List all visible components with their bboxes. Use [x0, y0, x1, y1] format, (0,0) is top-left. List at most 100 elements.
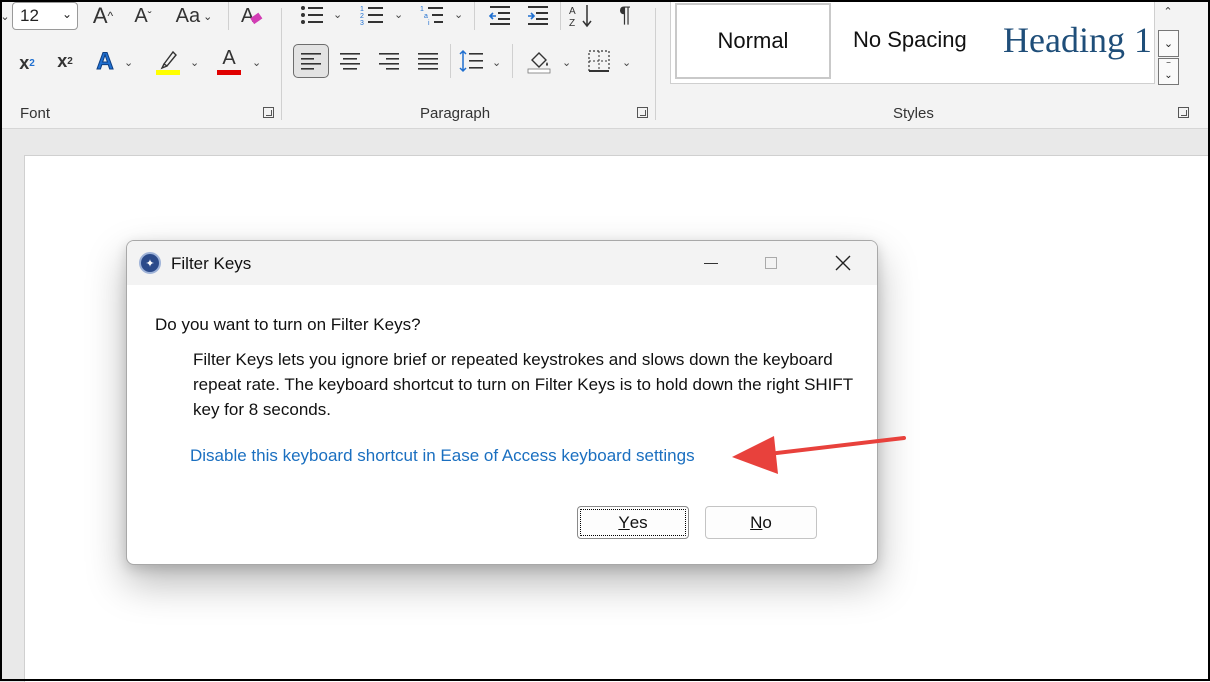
- numbered-list-icon: 1 2 3: [360, 6, 383, 26]
- justify-button[interactable]: [414, 46, 442, 76]
- numbering-button[interactable]: 1 2 3: [358, 2, 386, 28]
- style-normal[interactable]: Normal: [675, 3, 831, 79]
- line-spacing-icon: [459, 49, 483, 73]
- minimize-button[interactable]: [679, 241, 743, 285]
- justify-icon: [418, 53, 438, 70]
- disable-shortcut-link[interactable]: Disable this keyboard shortcut in Ease o…: [190, 446, 695, 466]
- borders-icon: [588, 50, 610, 72]
- yes-button[interactable]: Yes: [577, 506, 689, 539]
- maximize-icon: [765, 257, 777, 269]
- chevron-down-icon: ⌄: [1163, 38, 1174, 50]
- multilevel-list-icon: 1 a i: [420, 6, 443, 26]
- subscript-mark: 2: [29, 57, 35, 69]
- paragraph-dialog-launcher-icon[interactable]: [637, 107, 648, 118]
- chevron-down-icon[interactable]: ⌄: [394, 8, 403, 21]
- no-button[interactable]: No: [705, 506, 817, 539]
- bullets-button[interactable]: [298, 2, 326, 28]
- shading-button[interactable]: [524, 46, 554, 76]
- highlighter-icon: [156, 50, 180, 75]
- chevron-down-icon[interactable]: ⌄: [252, 56, 261, 69]
- paint-bucket-icon: [527, 52, 551, 74]
- change-case-button[interactable]: Aa ⌄: [170, 2, 218, 30]
- svg-text:3: 3: [360, 20, 364, 26]
- subscript-icon: x: [19, 52, 30, 73]
- chevron-down-icon[interactable]: ⌄: [333, 8, 342, 21]
- styles-more-button[interactable]: ‾ ⌄: [1158, 58, 1179, 85]
- chevron-down-icon[interactable]: ⌄: [492, 56, 501, 69]
- chevron-down-icon[interactable]: ⌄: [562, 56, 571, 69]
- superscript-button[interactable]: x2: [52, 48, 78, 74]
- increase-indent-button[interactable]: [524, 2, 552, 28]
- dialog-description: Filter Keys lets you ignore brief or rep…: [193, 350, 853, 419]
- font-size-box[interactable]: 12 ⌄: [12, 2, 78, 30]
- clear-formatting-icon: A: [241, 5, 263, 27]
- text-effects-icon: A: [96, 48, 114, 76]
- style-heading-1[interactable]: Heading 1: [1003, 19, 1153, 61]
- sort-button[interactable]: A Z: [566, 2, 596, 30]
- increase-indent-icon: [528, 6, 548, 25]
- font-size-value: 12: [20, 6, 39, 25]
- borders-button[interactable]: [584, 46, 614, 76]
- no-mnemonic: N: [750, 512, 763, 532]
- clear-formatting-button[interactable]: A: [236, 2, 266, 30]
- divider: [655, 8, 656, 120]
- styles-scroll-up-icon[interactable]: ⌃: [1160, 4, 1176, 18]
- ease-of-access-icon: ✦: [139, 252, 161, 274]
- align-left-icon: [301, 53, 321, 70]
- grow-font-button[interactable]: A ^: [88, 2, 118, 30]
- svg-text:A: A: [241, 5, 255, 27]
- dialog-titlebar[interactable]: ✦ Filter Keys: [127, 241, 877, 285]
- align-center-icon: [340, 53, 360, 70]
- align-left-button[interactable]: [293, 44, 329, 78]
- ribbon: ⌄ 12 ⌄ A ^ Aˇ Aa ⌄ A x2 x2 A ⌄ ⌄ A ⌄ Fon…: [0, 0, 1210, 129]
- chevron-down-icon[interactable]: ⌄: [190, 56, 199, 69]
- decrease-indent-button[interactable]: [486, 2, 514, 28]
- svg-text:i: i: [428, 20, 430, 26]
- close-icon: [835, 255, 851, 271]
- chevron-down-icon[interactable]: ⌄: [454, 8, 463, 21]
- svg-text:A: A: [569, 6, 576, 17]
- styles-dialog-launcher-icon[interactable]: [1178, 107, 1189, 118]
- grow-font-icon: A: [92, 3, 108, 28]
- sort-icon: A Z: [569, 5, 592, 29]
- chevron-down-icon[interactable]: ⌄: [622, 56, 631, 69]
- highlight-button[interactable]: [152, 46, 184, 76]
- show-formatting-marks-button[interactable]: ¶: [610, 0, 640, 30]
- bullet-list-icon: [301, 6, 323, 24]
- styles-group-label: Styles: [893, 105, 934, 122]
- font-name-dropdown-arrow[interactable]: ⌄: [0, 6, 10, 26]
- font-color-icon: A: [222, 46, 236, 69]
- styles-gallery: Normal No Spacing Heading 1: [670, 0, 1155, 84]
- divider: [281, 8, 282, 120]
- chevron-down-icon[interactable]: ⌄: [124, 56, 133, 69]
- shrink-font-button[interactable]: Aˇ: [128, 2, 158, 30]
- svg-text:1: 1: [420, 6, 424, 13]
- svg-text:1: 1: [360, 6, 364, 13]
- change-case-icon: Aa: [175, 4, 201, 27]
- divider: [560, 2, 561, 30]
- style-no-spacing[interactable]: No Spacing: [853, 27, 967, 53]
- subscript-button[interactable]: x2: [14, 50, 40, 76]
- shrink-font-icon: A: [134, 4, 148, 27]
- align-center-button[interactable]: [336, 46, 364, 76]
- yes-label: es: [629, 512, 648, 532]
- paragraph-group-label: Paragraph: [420, 105, 491, 122]
- dialog-question: Do you want to turn on Filter Keys?: [155, 315, 421, 334]
- more-styles-icon: ‾ ⌄: [1164, 61, 1173, 81]
- close-button[interactable]: [811, 241, 875, 285]
- svg-text:2: 2: [360, 13, 364, 20]
- maximize-button: [739, 241, 803, 285]
- align-right-button[interactable]: [375, 46, 403, 76]
- font-color-button[interactable]: A: [214, 46, 244, 76]
- svg-text:a: a: [424, 13, 428, 20]
- line-spacing-button[interactable]: [456, 46, 486, 76]
- text-effects-button[interactable]: A: [90, 48, 120, 76]
- svg-text:Z: Z: [569, 18, 575, 29]
- styles-scroll-down-button[interactable]: ⌄: [1158, 30, 1179, 57]
- divider: [512, 44, 513, 78]
- superscript-icon: x: [57, 50, 68, 71]
- font-dialog-launcher-icon[interactable]: [263, 107, 274, 118]
- divider: [228, 2, 229, 30]
- multilevel-list-button[interactable]: 1 a i: [418, 2, 446, 28]
- divider: [450, 44, 451, 78]
